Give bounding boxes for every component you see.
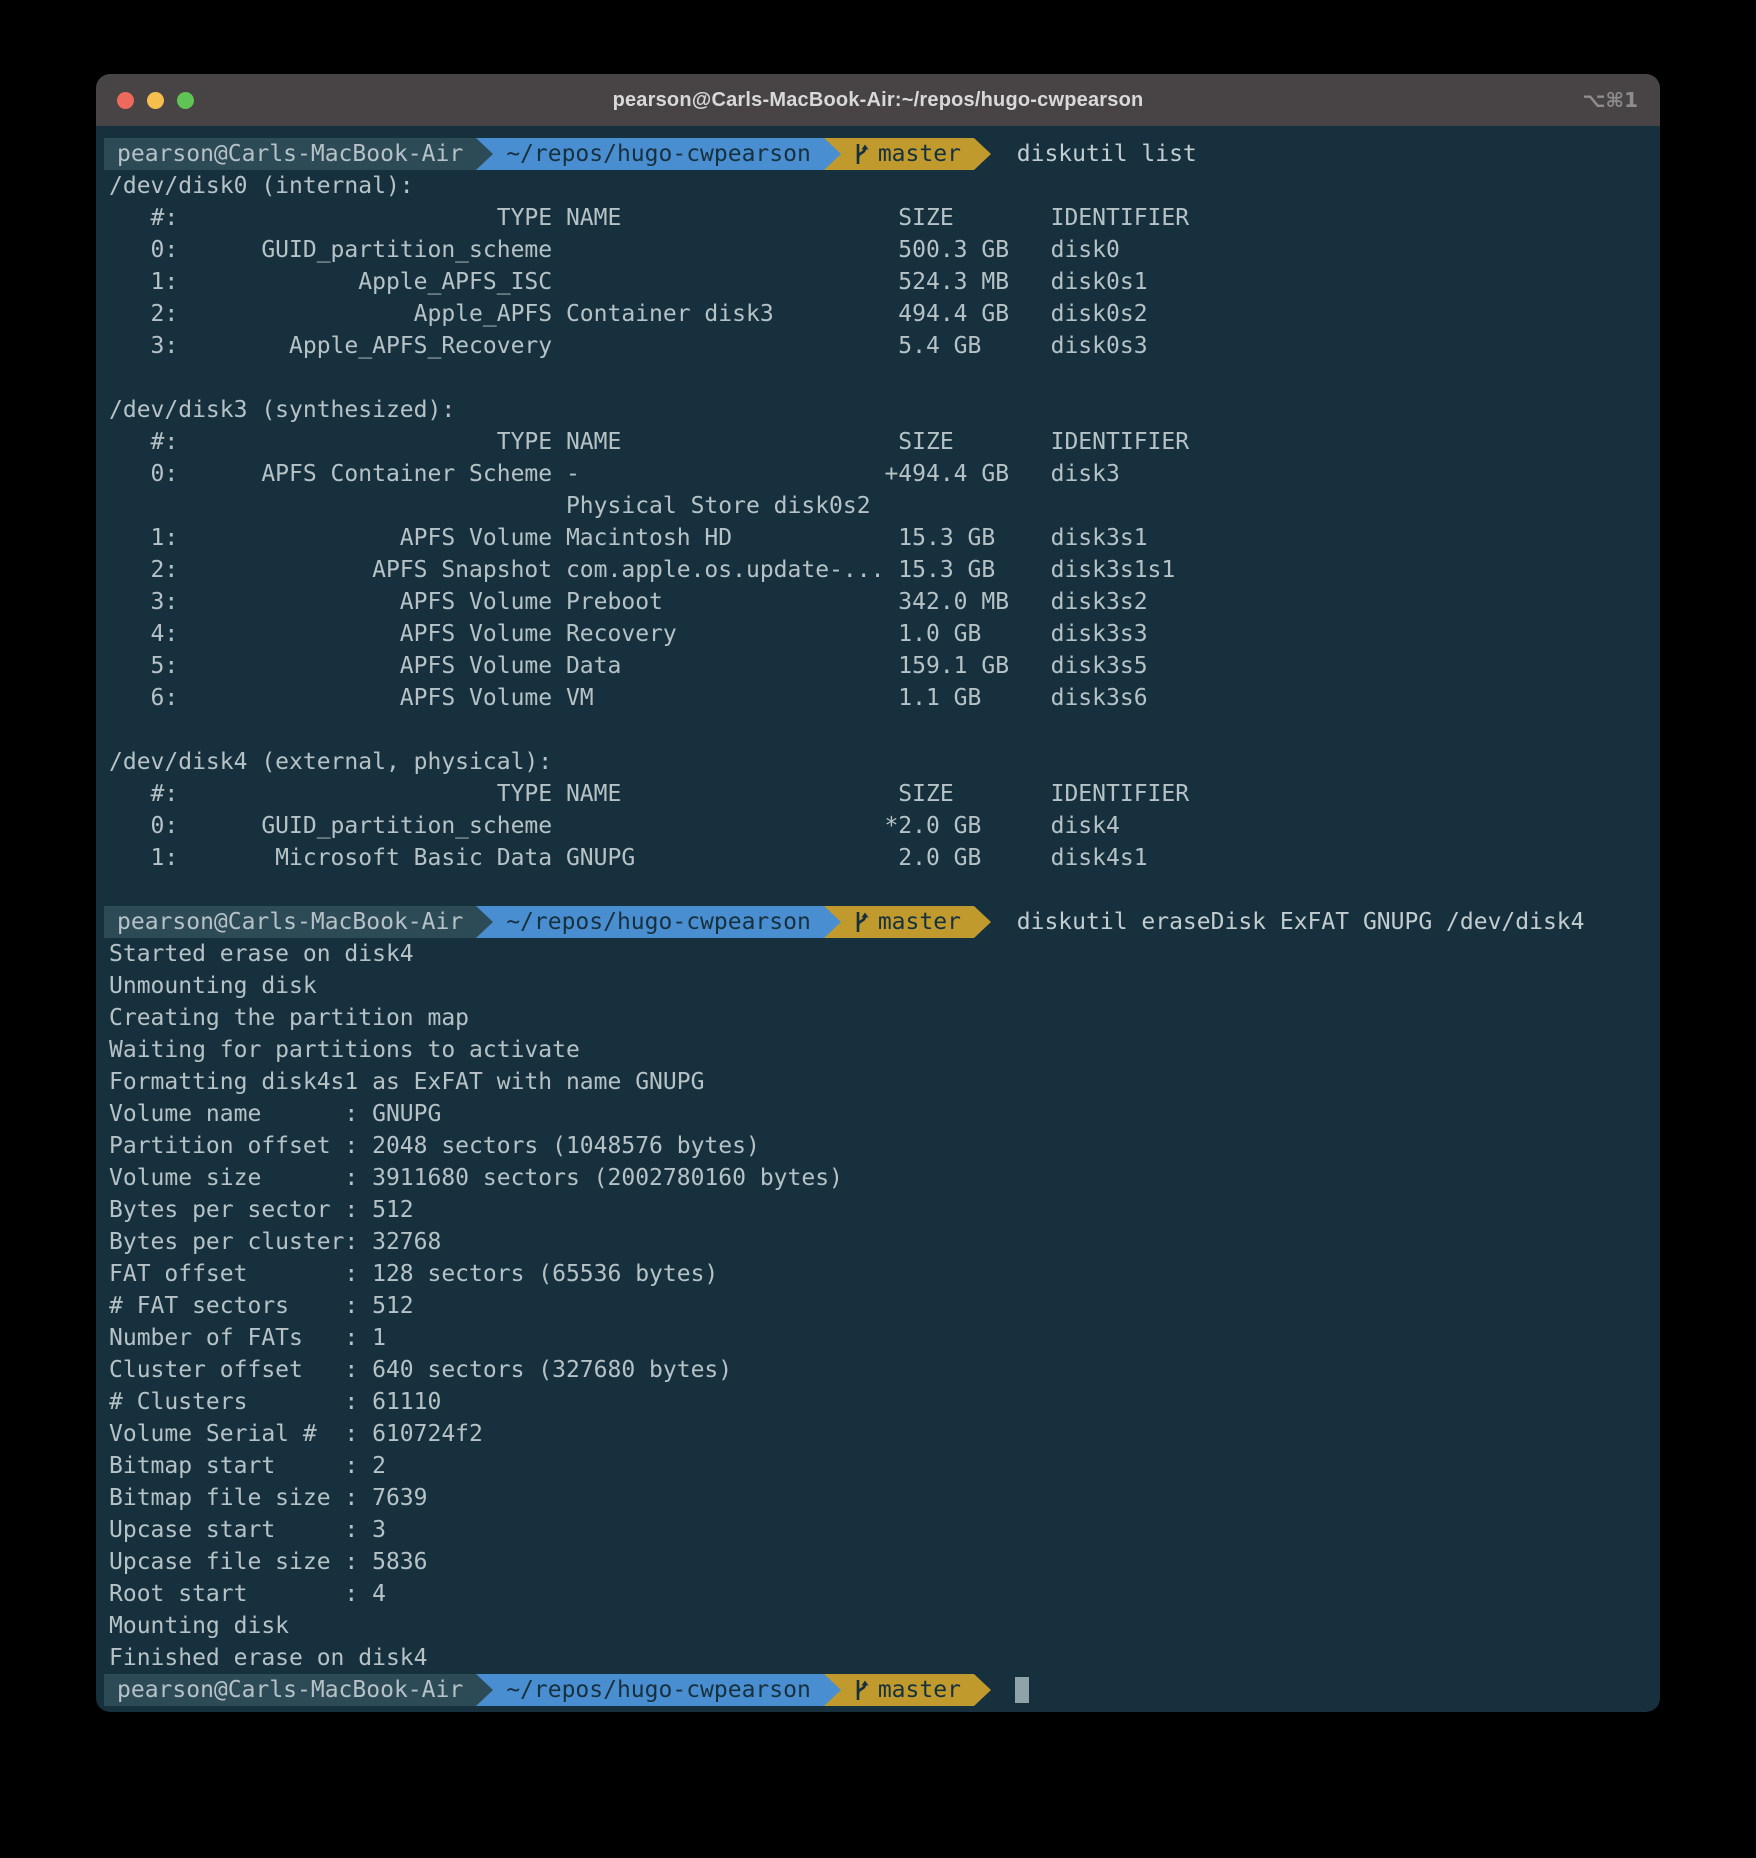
terminal-output-line: Upcase file size : 5836 bbox=[104, 1546, 1660, 1578]
terminal-output-line: Mounting disk bbox=[104, 1610, 1660, 1642]
terminal-output-line: Finished erase on disk4 bbox=[104, 1642, 1660, 1674]
terminal-output-line: #: TYPE NAME SIZE IDENTIFIER bbox=[104, 778, 1660, 810]
terminal-output-line: 6: APFS Volume VM 1.1 GB disk3s6 bbox=[104, 682, 1660, 714]
terminal-output-line: Partition offset : 2048 sectors (1048576… bbox=[104, 1130, 1660, 1162]
terminal-output-line: 1: APFS Volume Macintosh HD 15.3 GB disk… bbox=[104, 522, 1660, 554]
prompt-git-segment: master bbox=[841, 906, 974, 938]
titlebar[interactable]: pearson@Carls-MacBook-Air:~/repos/hugo-c… bbox=[96, 74, 1660, 126]
terminal-content[interactable]: pearson@Carls-MacBook-Air ~/repos/hugo-c… bbox=[96, 126, 1660, 1706]
terminal-output-line: 5: APFS Volume Data 159.1 GB disk3s5 bbox=[104, 650, 1660, 682]
terminal-output-line: 4: APFS Volume Recovery 1.0 GB disk3s3 bbox=[104, 618, 1660, 650]
terminal-window: pearson@Carls-MacBook-Air:~/repos/hugo-c… bbox=[96, 74, 1660, 1712]
prompt-cwd: ~/repos/hugo-cwpearson bbox=[493, 906, 824, 938]
traffic-lights bbox=[117, 74, 194, 126]
terminal-output-line: 2: APFS Snapshot com.apple.os.update-...… bbox=[104, 554, 1660, 586]
terminal-output-line: /dev/disk0 (internal): bbox=[104, 170, 1660, 202]
powerline-separator-icon bbox=[476, 138, 493, 170]
terminal-output-line: Bitmap file size : 7639 bbox=[104, 1482, 1660, 1514]
window-shortcut-badge: ⌥⌘1 bbox=[1582, 74, 1638, 126]
terminal-output-line: Number of FATs : 1 bbox=[104, 1322, 1660, 1354]
command-text[interactable]: diskutil list bbox=[991, 138, 1197, 170]
powerline-separator-icon bbox=[974, 906, 991, 938]
terminal-output-line: 0: GUID_partition_scheme 500.3 GB disk0 bbox=[104, 234, 1660, 266]
prompt-cwd: ~/repos/hugo-cwpearson bbox=[493, 138, 824, 170]
terminal-output-line: Root start : 4 bbox=[104, 1578, 1660, 1610]
terminal-output-line: Upcase start : 3 bbox=[104, 1514, 1660, 1546]
prompt-user-host: pearson@Carls-MacBook-Air bbox=[104, 138, 476, 170]
git-branch-icon bbox=[854, 1678, 869, 1702]
terminal-output-line: Bitmap start : 2 bbox=[104, 1450, 1660, 1482]
close-button[interactable] bbox=[117, 92, 134, 109]
powerline-separator-icon bbox=[824, 138, 841, 170]
prompt-git-branch: master bbox=[878, 906, 961, 938]
command-text[interactable]: diskutil eraseDisk ExFAT GNUPG /dev/disk… bbox=[991, 906, 1585, 938]
shell-prompt: pearson@Carls-MacBook-Air ~/repos/hugo-c… bbox=[104, 906, 1660, 938]
terminal-output-line: Waiting for partitions to activate bbox=[104, 1034, 1660, 1066]
powerline-separator-icon bbox=[476, 1674, 493, 1706]
prompt-user-host: pearson@Carls-MacBook-Air bbox=[104, 906, 476, 938]
terminal-output-line: 1: Microsoft Basic Data GNUPG 2.0 GB dis… bbox=[104, 842, 1660, 874]
terminal-output-line: Volume size : 3911680 sectors (200278016… bbox=[104, 1162, 1660, 1194]
terminal-output-line: Physical Store disk0s2 bbox=[104, 490, 1660, 522]
terminal-output-line: Unmounting disk bbox=[104, 970, 1660, 1002]
window-title: pearson@Carls-MacBook-Air:~/repos/hugo-c… bbox=[613, 89, 1144, 112]
git-branch-icon bbox=[854, 142, 869, 166]
powerline-separator-icon bbox=[476, 906, 493, 938]
terminal-output-line: Formatting disk4s1 as ExFAT with name GN… bbox=[104, 1066, 1660, 1098]
prompt-git-segment: master bbox=[841, 1674, 974, 1706]
powerline-separator-icon bbox=[824, 906, 841, 938]
terminal-output-line: Volume Serial # : 610724f2 bbox=[104, 1418, 1660, 1450]
terminal-output-line: /dev/disk3 (synthesized): bbox=[104, 394, 1660, 426]
shell-prompt: pearson@Carls-MacBook-Air ~/repos/hugo-c… bbox=[104, 1674, 1660, 1706]
terminal-output-line bbox=[104, 362, 1660, 394]
powerline-separator-icon bbox=[974, 138, 991, 170]
terminal-output-line bbox=[104, 714, 1660, 746]
minimize-button[interactable] bbox=[147, 92, 164, 109]
prompt-git-segment: master bbox=[841, 138, 974, 170]
terminal-output-line: 1: Apple_APFS_ISC 524.3 MB disk0s1 bbox=[104, 266, 1660, 298]
terminal-output-line: # FAT sectors : 512 bbox=[104, 1290, 1660, 1322]
terminal-output-line: 3: Apple_APFS_Recovery 5.4 GB disk0s3 bbox=[104, 330, 1660, 362]
terminal-output-line: # Clusters : 61110 bbox=[104, 1386, 1660, 1418]
prompt-git-branch: master bbox=[878, 138, 961, 170]
terminal-output-line: #: TYPE NAME SIZE IDENTIFIER bbox=[104, 202, 1660, 234]
shell-prompt: pearson@Carls-MacBook-Air ~/repos/hugo-c… bbox=[104, 138, 1660, 170]
terminal-output-line: 2: Apple_APFS Container disk3 494.4 GB d… bbox=[104, 298, 1660, 330]
terminal-output-line: Bytes per cluster: 32768 bbox=[104, 1226, 1660, 1258]
terminal-output-line: Creating the partition map bbox=[104, 1002, 1660, 1034]
terminal-output-line: #: TYPE NAME SIZE IDENTIFIER bbox=[104, 426, 1660, 458]
terminal-output-line: 3: APFS Volume Preboot 342.0 MB disk3s2 bbox=[104, 586, 1660, 618]
terminal-output-line: /dev/disk4 (external, physical): bbox=[104, 746, 1660, 778]
terminal-output-line bbox=[104, 874, 1660, 906]
terminal-output-line: 0: APFS Container Scheme - +494.4 GB dis… bbox=[104, 458, 1660, 490]
zoom-button[interactable] bbox=[177, 92, 194, 109]
terminal-output-line: Volume name : GNUPG bbox=[104, 1098, 1660, 1130]
prompt-git-branch: master bbox=[878, 1674, 961, 1706]
terminal-output-line: Bytes per sector : 512 bbox=[104, 1194, 1660, 1226]
terminal-output-line: FAT offset : 128 sectors (65536 bytes) bbox=[104, 1258, 1660, 1290]
terminal-cursor[interactable] bbox=[1015, 1677, 1029, 1703]
powerline-separator-icon bbox=[974, 1674, 991, 1706]
prompt-user-host: pearson@Carls-MacBook-Air bbox=[104, 1674, 476, 1706]
terminal-output-line: Started erase on disk4 bbox=[104, 938, 1660, 970]
terminal-output-line: Cluster offset : 640 sectors (327680 byt… bbox=[104, 1354, 1660, 1386]
command-text[interactable] bbox=[991, 1674, 1003, 1706]
git-branch-icon bbox=[854, 910, 869, 934]
powerline-separator-icon bbox=[824, 1674, 841, 1706]
prompt-cwd: ~/repos/hugo-cwpearson bbox=[493, 1674, 824, 1706]
terminal-output-line: 0: GUID_partition_scheme *2.0 GB disk4 bbox=[104, 810, 1660, 842]
